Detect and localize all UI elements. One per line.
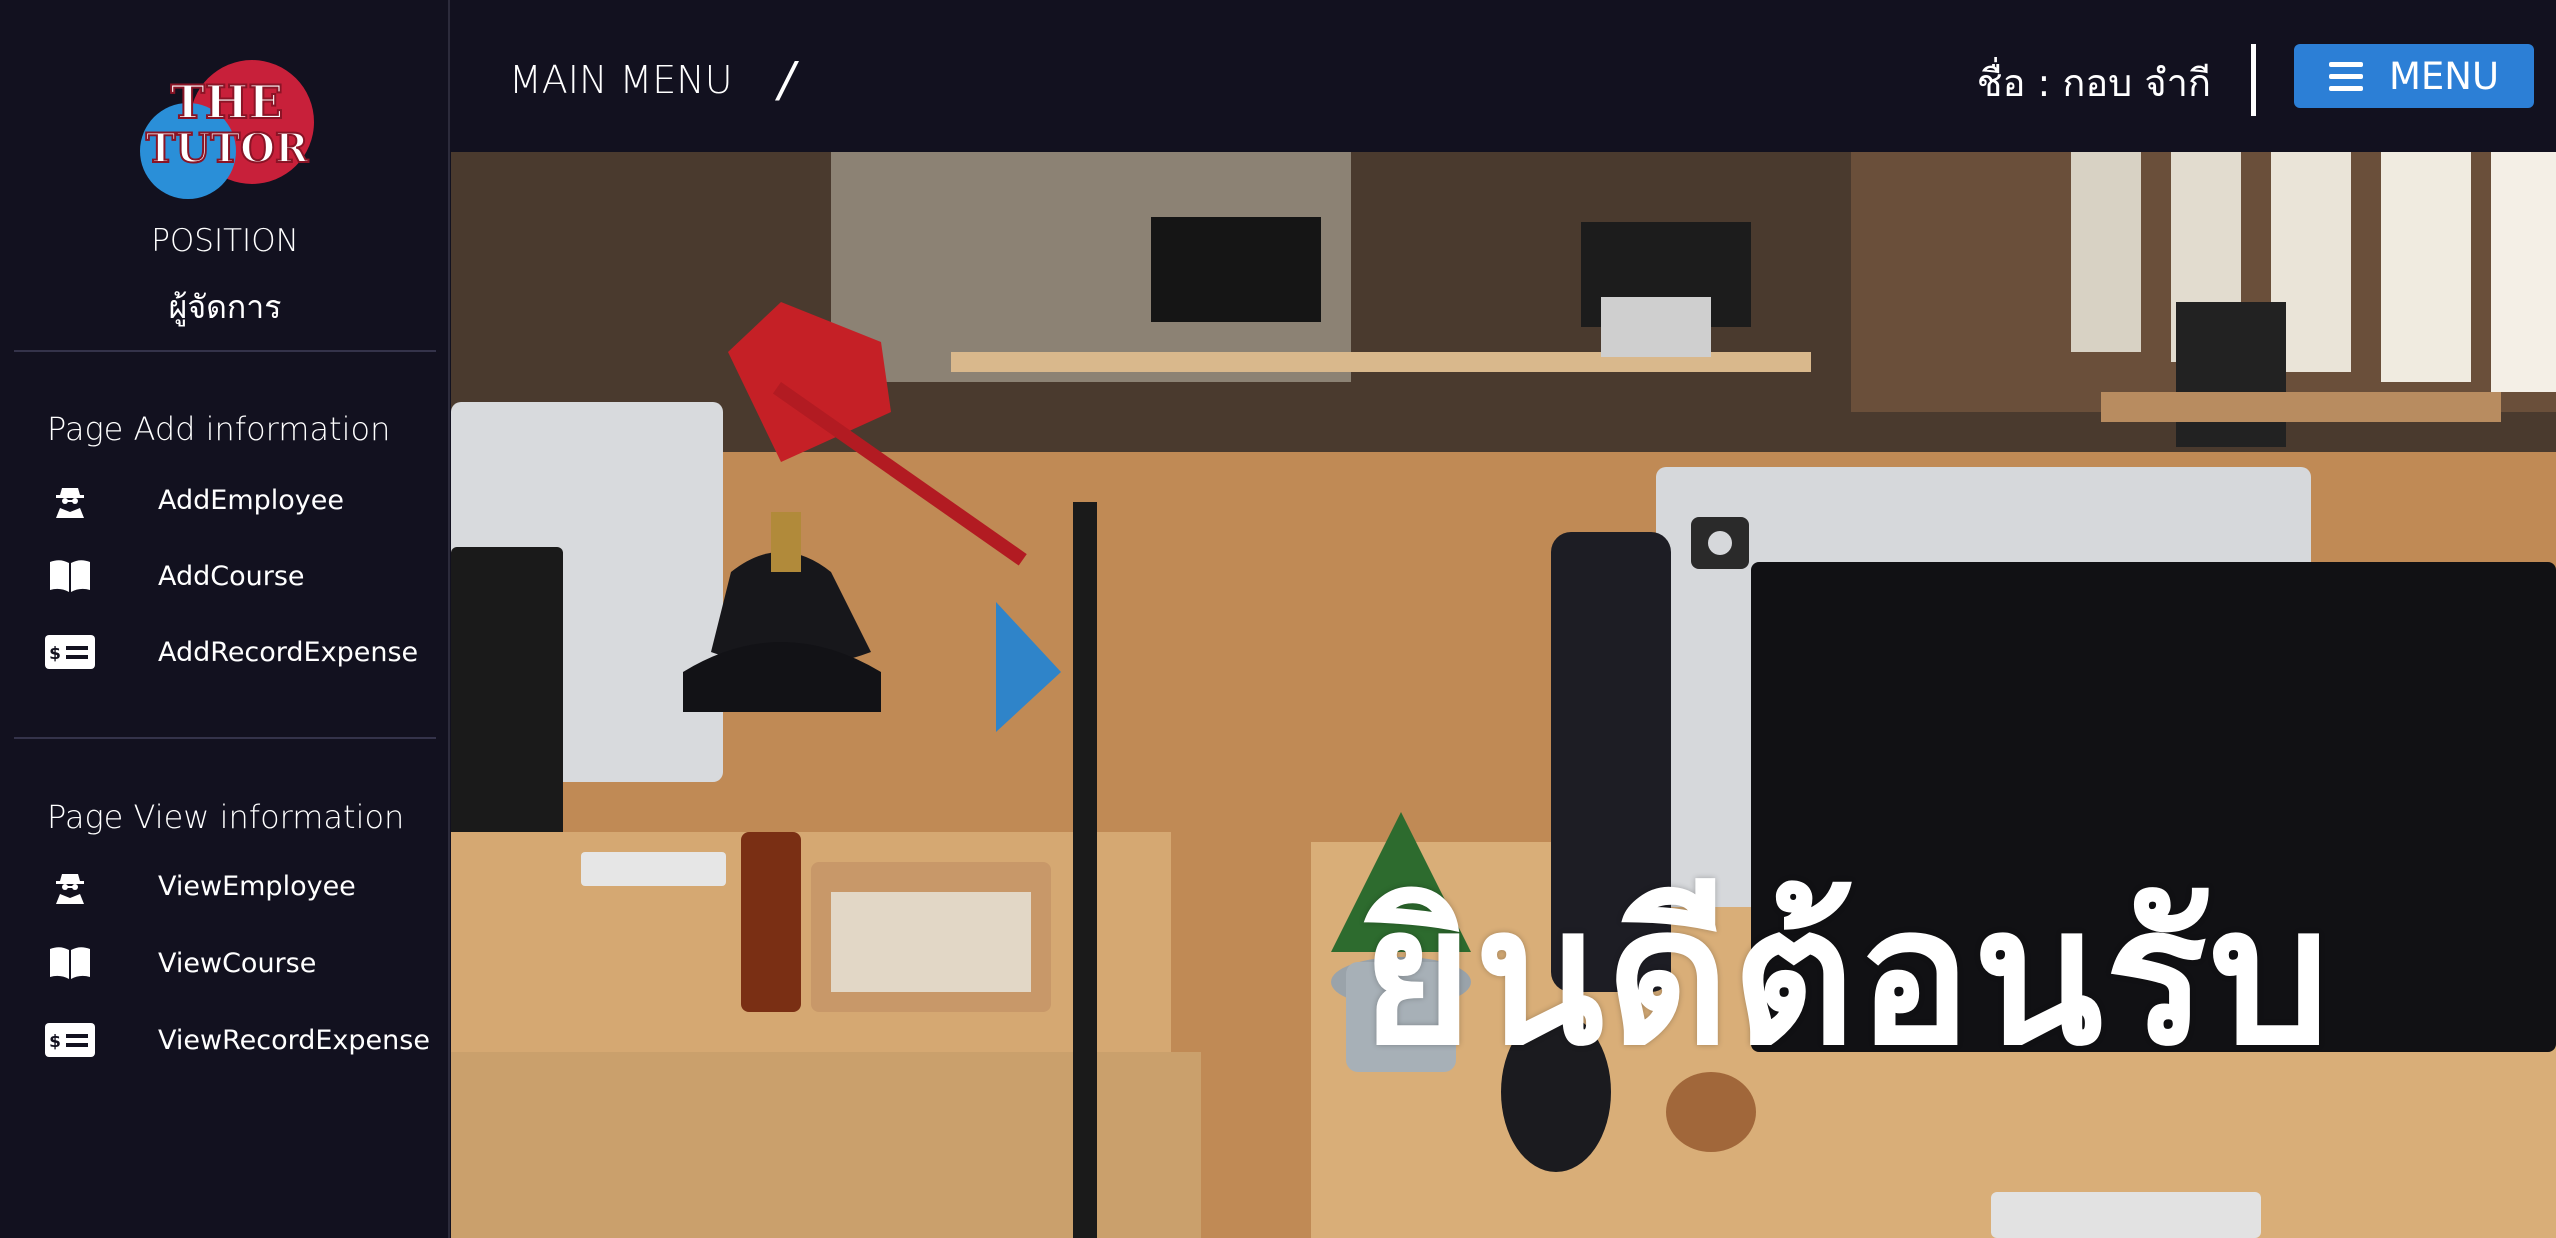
book-icon [40, 938, 100, 988]
hero-banner: ยินดีต้อนรับ [451, 152, 2556, 1238]
menu-button[interactable]: MENU [2294, 44, 2534, 108]
sidebar-item-label: AddCourse [158, 560, 305, 592]
user-secret-icon [40, 475, 100, 525]
breadcrumb-main-menu[interactable]: MAIN MENU [509, 58, 733, 102]
sidebar-item-add-employee[interactable]: AddEmployee [40, 472, 440, 528]
breadcrumb-separator: / [778, 52, 795, 108]
top-bar: MAIN MENU / ชื่อ : กอบ จำกี MENU [451, 0, 2556, 152]
sidebar: THE TUTOR POSITION ผู้จัดการ Page Add in… [0, 0, 450, 1238]
menu-button-label: MENU [2388, 54, 2500, 98]
money-check-icon: $ [40, 1015, 100, 1065]
position-value: ผู้จัดการ [168, 288, 282, 326]
sidebar-item-label: AddEmployee [158, 484, 344, 516]
user-secret-icon [40, 861, 100, 911]
svg-text:$: $ [49, 1032, 61, 1052]
welcome-text: ยินดีต้อนรับ [1361, 866, 2332, 1087]
section-title-add: Page Add information [47, 410, 391, 448]
sidebar-item-label: ViewCourse [158, 947, 317, 979]
sidebar-divider [14, 350, 436, 352]
position-label: POSITION [151, 223, 299, 259]
book-icon [40, 551, 100, 601]
section-title-view: Page View information [47, 798, 405, 836]
sidebar-item-label: ViewRecordExpense [158, 1024, 430, 1056]
user-name: ชื่อ : กอบ จำกี [1976, 61, 2211, 105]
sidebar-item-view-course[interactable]: ViewCourse [40, 935, 440, 991]
sidebar-item-view-employee[interactable]: ViewEmployee [40, 858, 440, 914]
sidebar-item-label: AddRecordExpense [158, 636, 419, 668]
sidebar-item-add-course[interactable]: AddCourse [40, 548, 440, 604]
sidebar-item-view-record-expense[interactable]: $ ViewRecordExpense [40, 1012, 440, 1068]
sidebar-item-label: ViewEmployee [158, 870, 356, 902]
sidebar-divider [14, 737, 436, 739]
hamburger-icon [2328, 61, 2363, 91]
the-tutor-logo[interactable]: THE TUTOR [132, 56, 332, 201]
logo-text-line1: THE [171, 75, 284, 129]
breadcrumb: MAIN MENU / [509, 52, 795, 108]
money-check-icon: $ [40, 627, 100, 677]
logo-text-line2: TUTOR [146, 125, 309, 172]
vertical-divider [2251, 44, 2256, 116]
svg-text:$: $ [49, 644, 61, 664]
sidebar-item-add-record-expense[interactable]: $ AddRecordExpense [40, 624, 440, 680]
